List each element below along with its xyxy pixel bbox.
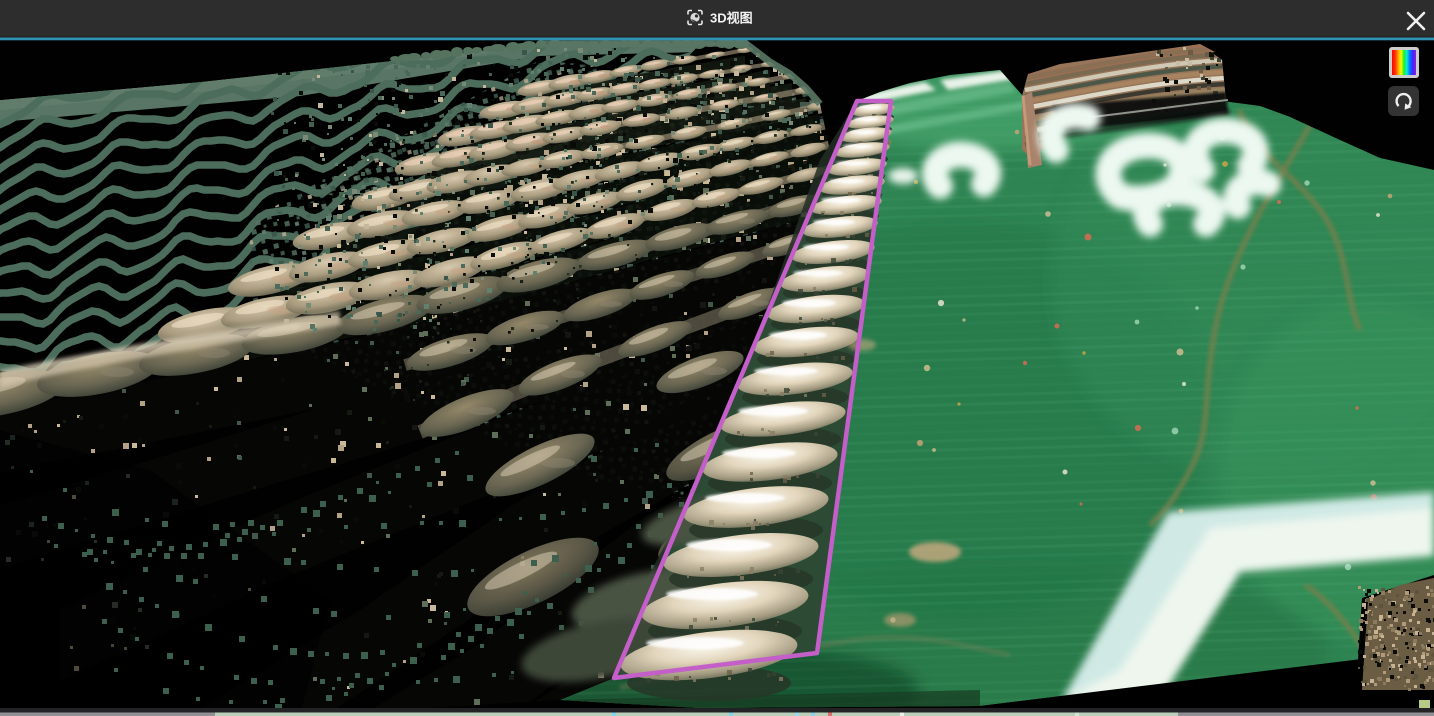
svg-text:3D视图: 3D视图 (710, 11, 753, 26)
